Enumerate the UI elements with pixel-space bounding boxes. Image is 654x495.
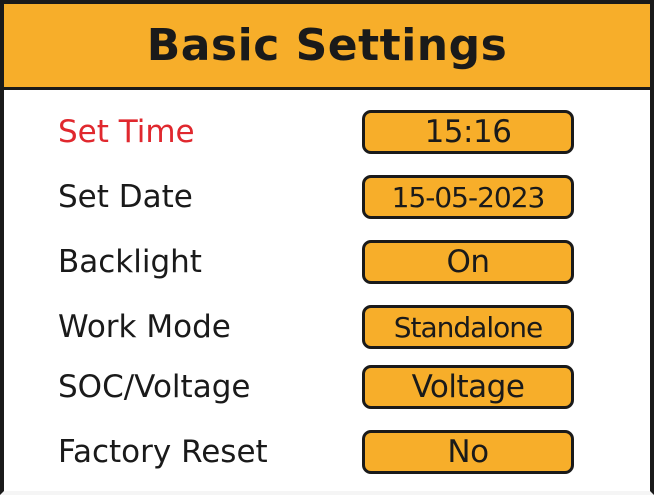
setting-label-backlight: Backlight [58,244,202,280]
title-bar: Basic Settings [4,4,650,90]
setting-value-backlight[interactable]: On [362,240,574,284]
setting-value-work-mode[interactable]: Standalone [362,305,574,349]
setting-label-set-date: Set Date [58,179,193,215]
setting-label-work-mode: Work Mode [58,309,231,345]
setting-value-text: On [446,244,490,280]
setting-value-text: Standalone [393,310,543,344]
setting-label-soc-voltage: SOC/Voltage [58,369,251,405]
setting-label-set-time: Set Time [58,114,195,150]
setting-value-factory-reset[interactable]: No [362,430,574,474]
setting-value-soc-voltage[interactable]: Voltage [362,365,574,409]
setting-value-text: Voltage [411,369,525,405]
setting-value-text: 15:16 [424,114,512,150]
setting-row-set-date[interactable]: Set Date 15-05-2023 [4,167,650,227]
setting-value-text: No [447,434,489,470]
settings-screen: Basic Settings Set Time 15:16 Set Date 1… [0,0,654,495]
setting-value-text: 15-05-2023 [391,180,546,214]
setting-value-set-time[interactable]: 15:16 [362,110,574,154]
setting-row-backlight[interactable]: Backlight On [4,232,650,292]
setting-row-factory-reset[interactable]: Factory Reset No [4,422,650,482]
setting-label-factory-reset: Factory Reset [58,434,268,470]
setting-row-soc-voltage[interactable]: SOC/Voltage Voltage [4,357,650,417]
setting-value-set-date[interactable]: 15-05-2023 [362,175,574,219]
setting-row-set-time[interactable]: Set Time 15:16 [4,102,650,162]
page-title: Basic Settings [146,20,508,71]
setting-row-work-mode[interactable]: Work Mode Standalone [4,297,650,357]
